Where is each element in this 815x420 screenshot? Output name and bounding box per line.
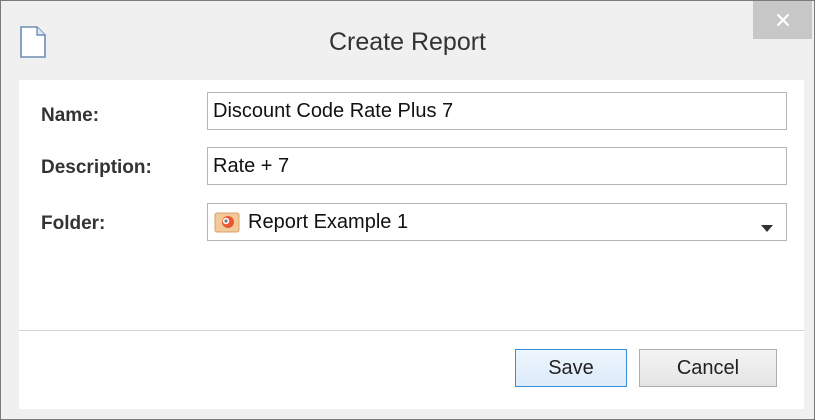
name-field[interactable]: Discount Code Rate Plus 7: [207, 92, 787, 130]
close-icon: [776, 13, 790, 27]
folder-select[interactable]: Report Example 1: [207, 203, 787, 241]
folder-selected-value: Report Example 1: [248, 211, 409, 233]
description-label: Description:: [41, 157, 152, 178]
button-bar: Save Cancel: [19, 331, 804, 409]
title-bar[interactable]: Create Report: [1, 1, 814, 80]
save-button[interactable]: Save: [515, 349, 627, 387]
folder-label: Folder:: [41, 213, 106, 234]
dialog-title: Create Report: [328, 28, 487, 56]
create-report-dialog: Create Report Name: Discount Code Rate P…: [0, 0, 815, 420]
report-folder-icon: [214, 210, 240, 234]
name-label: Name:: [41, 105, 100, 126]
form-panel: Name: Discount Code Rate Plus 7 Descript…: [19, 80, 804, 331]
description-field[interactable]: Rate + 7: [207, 147, 787, 185]
close-button[interactable]: [753, 1, 812, 39]
chevron-down-icon[interactable]: [761, 219, 773, 232]
cancel-button[interactable]: Cancel: [639, 349, 777, 387]
